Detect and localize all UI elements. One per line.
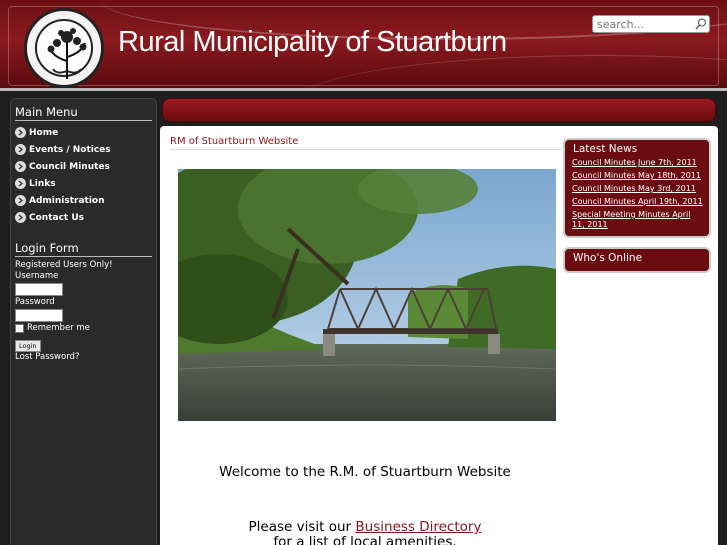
menu-item-label: Contact Us — [29, 212, 85, 223]
page-title: RM of Stuartburn Website — [170, 136, 562, 150]
menu-item-label: Links — [29, 178, 56, 189]
whos-online-title: Who's Online — [573, 252, 643, 264]
remember-me-row[interactable]: Remember me — [15, 323, 152, 333]
news-link[interactable]: Special Meeting Minutes April 11, 2011 — [570, 210, 704, 230]
arrow-bullet-icon — [15, 144, 26, 155]
menu-item-label: Home — [29, 127, 59, 138]
business-directory-link[interactable]: Business Directory — [355, 519, 481, 535]
login-button[interactable]: Login — [15, 340, 41, 352]
top-navigation-bar — [162, 98, 716, 122]
news-link[interactable]: Council Minutes April 19th, 2011 — [570, 197, 704, 207]
login-note: Registered Users Only! — [15, 260, 113, 270]
arrow-bullet-icon — [15, 212, 26, 223]
bridge-river-photo — [178, 169, 556, 421]
news-link[interactable]: Council Minutes May 3rd, 2011 — [570, 184, 704, 194]
menu-item-home[interactable]: Home — [15, 124, 152, 141]
visit-message: Please visit our Business Directory for … — [160, 520, 570, 545]
visit-prefix: Please visit our — [248, 519, 356, 535]
latest-news-title: Latest News — [573, 143, 638, 155]
main-menu-heading: Main Menu — [15, 105, 152, 121]
menu-item-label: Administration — [29, 195, 105, 206]
arrow-bullet-icon — [15, 127, 26, 138]
menu-item-label: Events / Notices — [29, 144, 111, 155]
menu-item-administration[interactable]: Administration — [15, 192, 152, 209]
news-link[interactable]: Council Minutes June 7th, 2011 — [570, 158, 704, 168]
whos-online-box: Who's Online — [563, 247, 711, 273]
menu-item-label: Council Minutes — [29, 161, 110, 172]
search-input[interactable] — [592, 15, 710, 33]
site-header: Rural Municipality of Stuartburn — [0, 0, 727, 91]
orchid-icon — [47, 28, 87, 79]
main-content: RM of Stuartburn Website Welcome to the … — [160, 126, 718, 545]
municipality-seal-logo[interactable] — [24, 8, 104, 88]
menu-item-council-minutes[interactable]: Council Minutes — [15, 158, 152, 175]
arrow-bullet-icon — [15, 161, 26, 172]
latest-news-box: Latest News Council Minutes June 7th, 20… — [563, 138, 711, 238]
remember-me-label: Remember me — [27, 323, 90, 333]
login-form-heading: Login Form — [15, 241, 152, 257]
left-sidebar: Main Menu Home Events / Notices Council … — [10, 98, 157, 545]
menu-item-contact-us[interactable]: Contact Us — [15, 209, 152, 226]
remember-me-checkbox[interactable] — [15, 323, 24, 333]
password-label: Password — [15, 297, 55, 307]
menu-item-events-notices[interactable]: Events / Notices — [15, 141, 152, 158]
lost-password-link[interactable]: Lost Password? — [15, 352, 152, 363]
search-icon[interactable] — [694, 17, 708, 31]
username-label: Username — [15, 271, 59, 281]
site-title: Rural Municipality of Stuartburn — [118, 26, 507, 58]
username-field[interactable] — [15, 283, 63, 296]
arrow-bullet-icon — [15, 195, 26, 206]
news-link[interactable]: Council Minutes May 18th, 2011 — [570, 171, 704, 181]
visit-suffix: for a list of local amenities. — [273, 534, 457, 545]
password-field[interactable] — [15, 309, 63, 322]
menu-item-links[interactable]: Links — [15, 175, 152, 192]
arrow-bullet-icon — [15, 178, 26, 189]
welcome-message: Welcome to the R.M. of Stuartburn Websit… — [219, 464, 511, 480]
